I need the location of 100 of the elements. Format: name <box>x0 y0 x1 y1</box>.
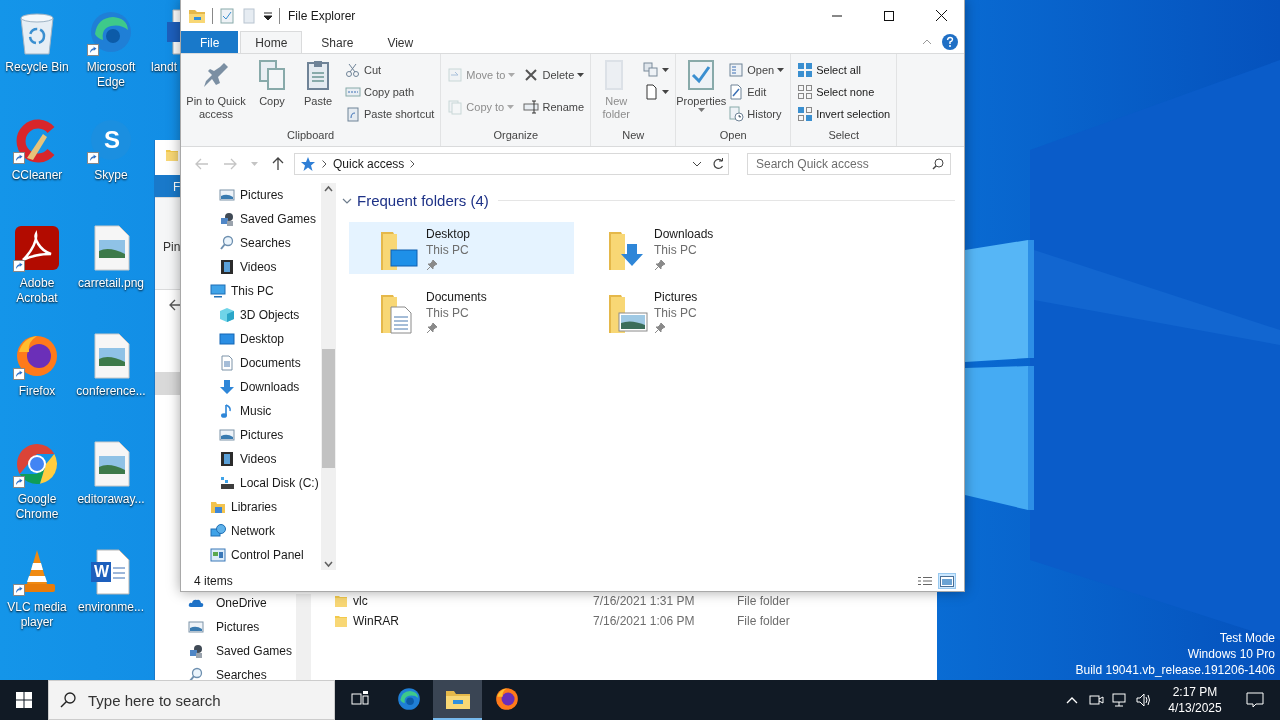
ribbon-tab[interactable]: Share <box>306 31 369 54</box>
folder-name: Downloads <box>654 225 714 242</box>
network-icon <box>1112 692 1128 708</box>
drive-icon <box>219 475 235 491</box>
back-arrow-icon <box>195 157 209 170</box>
task-view-icon <box>349 690 370 708</box>
shortcut-icon <box>345 106 361 122</box>
clock-time: 2:17 PM <box>1172 684 1218 700</box>
copy-icon <box>256 59 288 91</box>
file-name[interactable]: WinRAR <box>353 614 593 628</box>
ribbon-button[interactable]: Cut <box>342 59 438 81</box>
ribbon-button[interactable]: Invert selection <box>794 103 894 125</box>
ribbon-button[interactable]: Copy path <box>342 81 438 103</box>
rename-icon <box>523 99 540 115</box>
nav-item[interactable]: Pictures <box>181 183 321 207</box>
folder-icon <box>334 594 348 608</box>
taskbar-app-button[interactable] <box>433 680 482 720</box>
nav-item[interactable]: Desktop <box>181 327 321 351</box>
clock-icon <box>728 106 745 122</box>
notifications-icon <box>1246 692 1264 708</box>
nav-item[interactable]: Music <box>181 399 321 423</box>
nav-item[interactable]: Pictures <box>181 423 321 447</box>
large-icons-view-button[interactable] <box>938 573 956 589</box>
group-label: Organize <box>493 129 539 143</box>
caret-icon[interactable] <box>263 10 273 21</box>
nav-item[interactable]: Libraries <box>181 495 321 519</box>
folder-tile[interactable]: Pictures This PC <box>577 285 802 337</box>
search-icon <box>932 157 944 170</box>
monitor-icon <box>210 283 226 299</box>
app-logo-icon <box>493 686 520 712</box>
ribbon-button[interactable]: Pin to Quick access <box>184 57 248 129</box>
chevron-down-icon[interactable] <box>692 160 702 167</box>
film-strip-icon <box>219 259 235 275</box>
game-pieces-icon <box>188 643 204 659</box>
nav-item[interactable]: This PC <box>181 279 321 303</box>
new-item-icon <box>643 62 660 78</box>
ribbon-button[interactable]: Properties <box>679 57 724 129</box>
folder-location: This PC <box>426 241 470 258</box>
folder-tile[interactable]: Documents This PC <box>349 285 574 337</box>
nav-item[interactable]: 3D Objects <box>181 303 321 327</box>
ribbon-button[interactable]: Pin <box>163 240 181 254</box>
nav-item[interactable]: Searches <box>181 231 321 255</box>
folder-name: Desktop <box>426 225 471 242</box>
group-title: Frequent folders (4) <box>357 192 489 209</box>
back-arrow-icon[interactable] <box>169 299 183 311</box>
ribbon-tab[interactable]: View <box>372 31 429 54</box>
details-view-icon <box>918 576 932 586</box>
properties-icon[interactable] <box>219 7 235 24</box>
ribbon-button[interactable]: Paste <box>296 57 340 129</box>
nav-item[interactable]: Pictures <box>155 615 296 639</box>
chevron-up-icon <box>1066 696 1078 704</box>
search-field[interactable]: Search Quick access <box>747 152 951 175</box>
nav-item[interactable]: Saved Games <box>181 207 321 231</box>
ribbon-button[interactable]: Edit <box>725 81 788 103</box>
nav-item[interactable]: Control Panel <box>181 543 321 567</box>
folder-location: This PC <box>654 241 698 258</box>
collapse-ribbon-icon[interactable] <box>922 39 932 45</box>
chevron-right-icon <box>410 159 416 168</box>
folder-icon <box>444 688 471 710</box>
up-arrow-icon <box>272 156 284 171</box>
folder-icon <box>188 7 206 24</box>
nav-item[interactable]: Local Disk (C:) <box>181 471 321 495</box>
folder-tile[interactable]: Downloads This PC <box>577 222 802 274</box>
ribbon-button[interactable]: Open <box>725 59 788 81</box>
test-mode-notice: Test Mode <box>1219 630 1275 646</box>
clock[interactable]: 2:17 PM 4/13/2025 <box>1156 680 1234 720</box>
nav-item[interactable]: Videos <box>181 447 321 471</box>
file-menu-tab[interactable]: File <box>181 31 239 54</box>
nav-item[interactable]: Searches <box>155 663 296 680</box>
ribbon-button[interactable]: Rename <box>520 96 588 118</box>
folder-tile[interactable]: Desktop This PC <box>349 222 574 274</box>
ribbon-tab[interactable]: Home <box>240 31 303 54</box>
help-icon[interactable] <box>942 34 958 50</box>
nav-item[interactable]: Saved Games <box>155 639 296 663</box>
grid-icon <box>797 62 814 78</box>
nav-item[interactable]: Videos <box>181 255 321 279</box>
file-name[interactable]: vlc <box>353 594 593 608</box>
ribbon-button[interactable]: History <box>725 103 788 125</box>
nav-item[interactable]: Downloads <box>181 375 321 399</box>
address-bar[interactable]: Quick access <box>294 152 729 175</box>
folder-icon <box>210 499 226 515</box>
file-type: File folder <box>737 614 791 628</box>
partial-tab[interactable]: F <box>155 175 181 197</box>
nav-item[interactable]: Documents <box>181 351 321 375</box>
scroll-thumb[interactable] <box>322 349 335 468</box>
dotted-grid-icon <box>797 84 814 100</box>
game-pieces-icon <box>219 211 235 227</box>
ribbon-button[interactable]: Copy <box>250 57 294 129</box>
ribbon-button[interactable]: Select all <box>794 59 894 81</box>
large-icons-view-icon <box>940 575 954 587</box>
nav-item[interactable]: OneDrive <box>155 591 296 615</box>
ribbon-button[interactable]: Paste shortcut <box>342 103 438 125</box>
cube-icon <box>219 307 235 323</box>
taskbar-search-field[interactable]: Type here to search <box>48 680 335 720</box>
ribbon-button[interactable]: Delete <box>520 64 588 86</box>
ribbon-button[interactable]: Select none <box>794 81 894 103</box>
scrollbar[interactable] <box>321 183 336 570</box>
nav-item[interactable]: Network <box>181 519 321 543</box>
logo-letter: S <box>104 128 120 152</box>
maximize-icon <box>884 10 894 21</box>
